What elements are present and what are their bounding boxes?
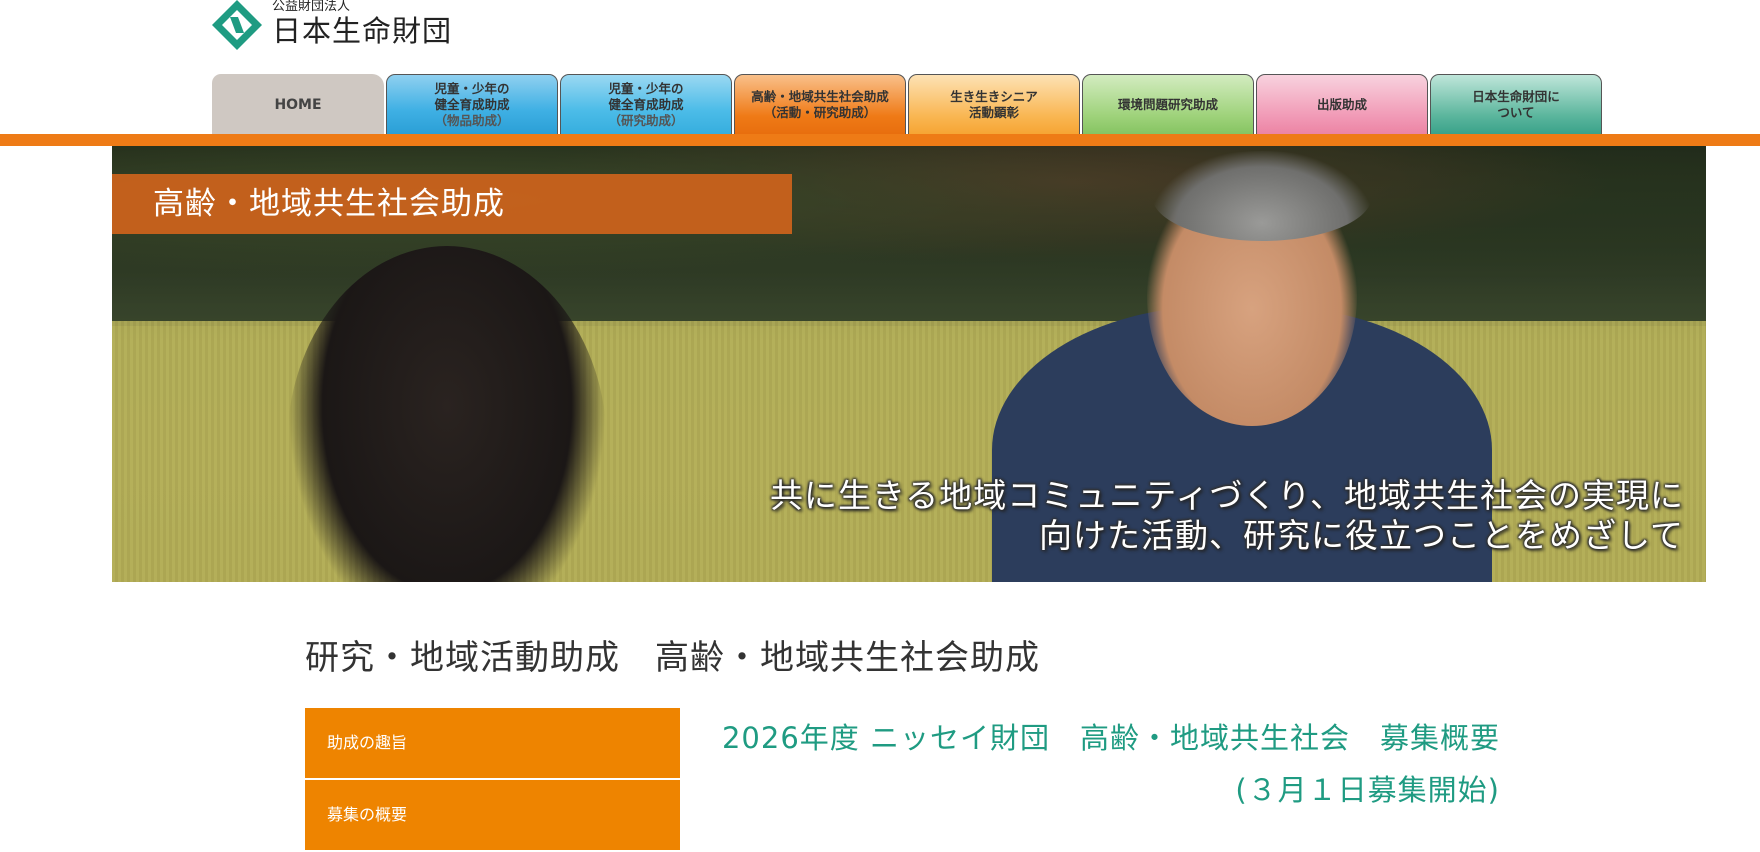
tab-label-line3: （研究助成） [608,112,684,128]
foundation-logo-icon [212,0,262,50]
hero-category-label: 高齢・地域共生社会助成 [112,174,792,234]
tab-publication-grant[interactable]: 出版助成 [1256,74,1428,134]
tab-environment-research-grant[interactable]: 環境問題研究助成 [1082,74,1254,134]
tab-home[interactable]: HOME [212,74,384,134]
side-menu: 助成の趣旨 募集の概要 [305,708,680,852]
tab-label-line3: （物品助成） [434,112,510,128]
tab-label-line2: 健全育成助成 [434,96,510,112]
tab-label-line1: 児童・少年の [608,80,684,96]
tab-label-line1: 高齢・地域共生社会助成 [751,88,889,104]
recruitment-heading-line2: (３月１日募集開始) [1235,773,1500,807]
tab-label-line2: ついて [1497,104,1535,120]
tab-label-line1: 生き生きシニア [950,88,1038,104]
tab-home-label: HOME [274,96,322,113]
tab-label-line2: 健全育成助成 [608,96,684,112]
tab-about-foundation[interactable]: 日本生命財団に ついて [1430,74,1602,134]
recruitment-heading-line1: 2026年度 ニッセイ財団 高齢・地域共生社会 募集概要 [721,721,1500,755]
tab-elderly-community-grant[interactable]: 高齢・地域共生社会助成 （活動・研究助成） [734,74,906,134]
site-logo[interactable]: 公益財団法人 日本生命財団 [212,0,452,54]
nav-divider-bar [0,134,1760,146]
logo-title: 日本生命財団 [272,14,453,48]
hero-caption-line1: 共に生きる地域コミュニティづくり、地域共生社会の実現に [769,476,1684,515]
side-menu-item-purpose[interactable]: 助成の趣旨 [305,708,680,778]
tab-label-line1: 日本生命財団に [1472,88,1560,104]
tab-label-line2: 活動顕彰 [968,104,1019,120]
tab-label-line2: （活動・研究助成） [763,104,877,120]
main-nav: HOME 児童・少年の 健全育成助成 （物品助成） 児童・少年の 健全育成助成 … [212,74,1604,134]
page-title: 研究・地域活動助成 高齢・地域共生社会助成 [305,638,1040,678]
hero-caption-line2: 向けた活動、研究に役立つことをめざして [1038,516,1684,555]
hero-caption: 共に生きる地域コミュニティづくり、地域共生社会の実現に 向けた活動、研究に役立つ… [770,476,1684,556]
hero-man-hair [1152,151,1372,241]
tab-label-line1: 出版助成 [1316,96,1367,112]
site-header: 公益財団法人 日本生命財団 HOME 児童・少年の 健全育成助成 （物品助成） … [0,0,1760,146]
hero-banner: 高齢・地域共生社会助成 共に生きる地域コミュニティづくり、地域共生社会の実現に … [112,146,1706,582]
recruitment-heading: 2026年度 ニッセイ財団 高齢・地域共生社会 募集概要 (３月１日募集開始) [720,712,1500,816]
tab-label-line1: 環境問題研究助成 [1117,96,1218,112]
side-menu-item-overview[interactable]: 募集の概要 [305,780,680,850]
tab-senior-award[interactable]: 生き生きシニア 活動顕彰 [908,74,1080,134]
tab-youth-research-grant[interactable]: 児童・少年の 健全育成助成 （研究助成） [560,74,732,134]
tab-label-line1: 児童・少年の [434,80,510,96]
logo-subtitle: 公益財団法人 [272,0,351,14]
tab-youth-goods-grant[interactable]: 児童・少年の 健全育成助成 （物品助成） [386,74,558,134]
